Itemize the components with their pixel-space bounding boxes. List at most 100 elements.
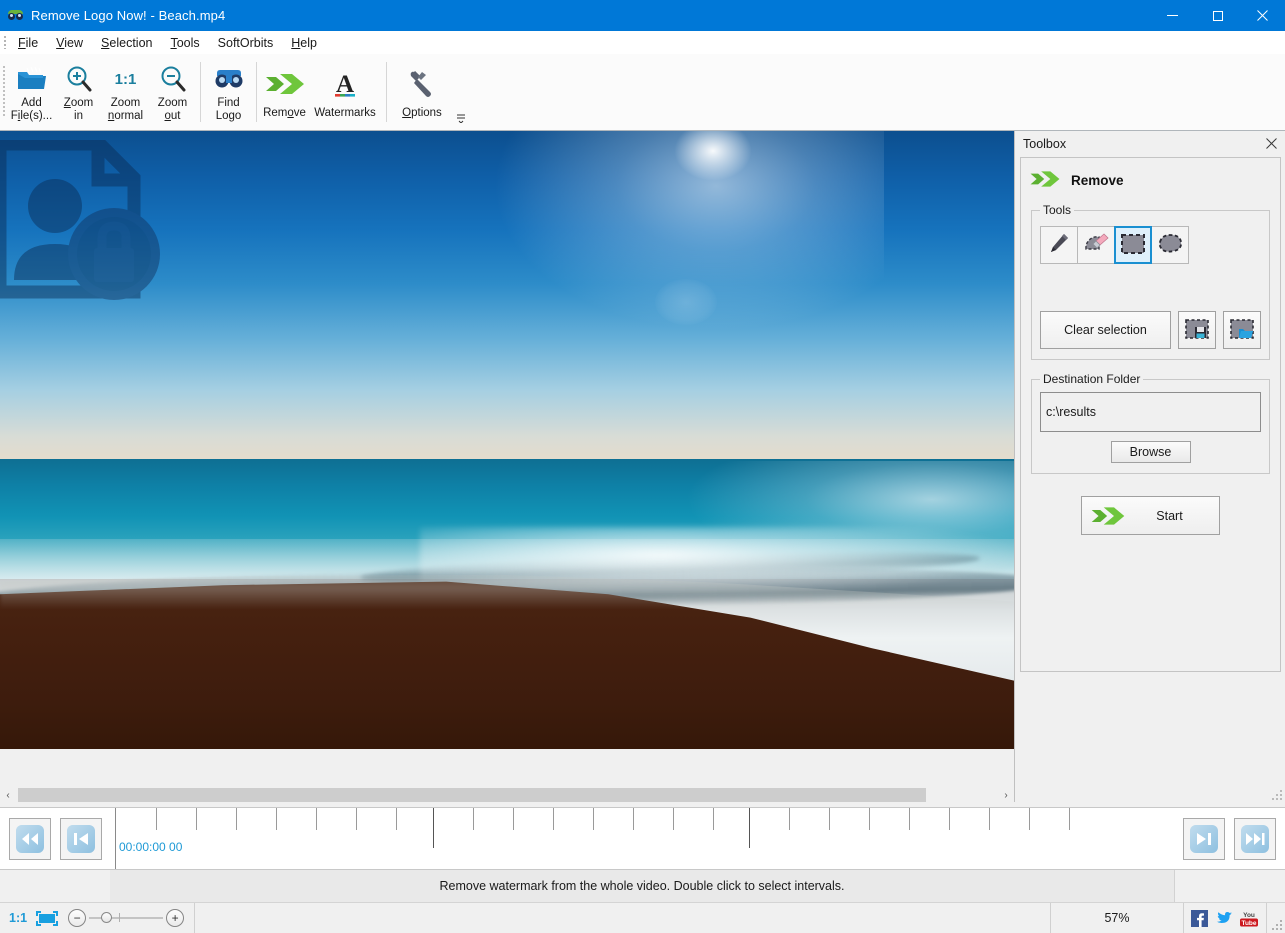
zoom-in-button[interactable]: Zoom in: [55, 54, 102, 130]
video-preview-canvas[interactable]: [0, 131, 1014, 749]
toolbox-body: Remove Tools: [1020, 157, 1281, 672]
maximize-button[interactable]: [1195, 0, 1240, 31]
green-arrow-icon: [1082, 504, 1134, 528]
timeline-ruler[interactable]: 00:00:00 00: [115, 808, 1172, 869]
save-selection-button[interactable]: [1178, 311, 1216, 349]
zoom-ratio-label: 1:1: [0, 911, 36, 925]
zoom-normal-button[interactable]: 1:1 Zoom normal: [102, 54, 149, 130]
zoom-out-button[interactable]: Zoom out: [149, 54, 196, 130]
find-logo-label-line2: Logo: [216, 110, 242, 122]
menu-view-label: iew: [64, 36, 83, 50]
find-logo-button[interactable]: Find Logo: [205, 54, 252, 130]
load-selection-button[interactable]: [1223, 311, 1261, 349]
menu-bar: File View Selection Tools SoftOrbits Hel…: [0, 31, 1285, 54]
lasso-select-tool-button[interactable]: [1151, 226, 1189, 264]
selection-actions-row: Clear selection: [1040, 311, 1261, 349]
scrollbar-track[interactable]: [16, 786, 998, 804]
save-selection-icon: [1184, 318, 1210, 343]
zoom-slider-track[interactable]: [89, 917, 163, 919]
facebook-icon[interactable]: [1191, 910, 1208, 927]
next-frame-button[interactable]: [1183, 818, 1225, 860]
svg-text:You: You: [1243, 912, 1255, 919]
clear-selection-label: Clear selection: [1064, 323, 1147, 337]
zoom-slider-tick: [119, 913, 120, 922]
toolbox-mode-label: Remove: [1071, 173, 1124, 188]
watermarks-button[interactable]: A Watermarks: [308, 54, 382, 130]
minimize-button[interactable]: [1150, 0, 1195, 31]
toolbox-resize-grip[interactable]: [1271, 789, 1283, 801]
rewind-to-start-button[interactable]: [9, 818, 51, 860]
toolbox-header: Toolbox: [1015, 131, 1285, 157]
zoom-out-label-line2: out: [165, 110, 181, 122]
remove-button[interactable]: Remove: [261, 54, 308, 130]
destination-folder-group: Destination Folder Browse: [1031, 372, 1270, 474]
interval-hint-text: Remove watermark from the whole video. D…: [439, 879, 844, 893]
application-window: Remove Logo Now! - Beach.mp4 File View S…: [0, 0, 1285, 933]
interval-track[interactable]: Remove watermark from the whole video. D…: [110, 870, 1175, 902]
document-person-lock-watermark: [0, 140, 182, 315]
marker-tool-button[interactable]: [1040, 226, 1078, 264]
load-selection-icon: [1229, 318, 1255, 343]
menu-view[interactable]: View: [47, 33, 92, 53]
toolbox-panel: Toolbox Remove Tools: [1014, 131, 1285, 802]
start-button[interactable]: Start: [1081, 496, 1220, 535]
menu-softorbits[interactable]: SoftOrbits: [209, 33, 283, 53]
twitter-icon[interactable]: [1215, 911, 1232, 926]
start-row: Start: [1021, 496, 1280, 535]
menu-help[interactable]: Help: [282, 33, 326, 53]
menu-help-label: elp: [300, 36, 317, 50]
zoom-out-icon: [159, 62, 187, 96]
menu-file[interactable]: File: [9, 33, 47, 53]
destination-folder-legend: Destination Folder: [1040, 372, 1143, 386]
menu-tools[interactable]: Tools: [161, 33, 208, 53]
youtube-icon[interactable]: You Tube: [1239, 910, 1259, 927]
zoom-controls-cell: 1:1 − +: [0, 903, 195, 933]
browse-button[interactable]: Browse: [1111, 441, 1191, 463]
lasso-icon: [1156, 232, 1184, 259]
add-files-label-line2: File(s)...: [11, 110, 53, 122]
scroll-left-arrow-icon[interactable]: ‹: [0, 786, 16, 804]
zoom-percent-label: 57%: [1104, 911, 1129, 925]
scroll-right-arrow-icon[interactable]: ›: [998, 786, 1014, 804]
zoom-slider[interactable]: − +: [58, 903, 194, 933]
toolbox-close-icon[interactable]: [1263, 137, 1279, 152]
toolbox-title: Toolbox: [1023, 137, 1066, 151]
close-button[interactable]: [1240, 0, 1285, 31]
zoom-out-button-status[interactable]: −: [68, 909, 86, 927]
add-files-button[interactable]: Add File(s)...: [8, 54, 55, 130]
zoom-out-label-line1: Zoom: [158, 97, 187, 109]
status-spacer: [195, 903, 1051, 933]
green-arrow-icon: [1029, 168, 1061, 193]
menu-tools-label: ools: [177, 36, 200, 50]
zoom-normal-icon: 1:1: [115, 62, 137, 96]
forward-to-end-button[interactable]: [1234, 818, 1276, 860]
scrollbar-thumb[interactable]: [18, 788, 926, 802]
clear-selection-button[interactable]: Clear selection: [1040, 311, 1171, 349]
timeline-left-buttons: [9, 818, 102, 860]
menu-selection[interactable]: Selection: [92, 33, 161, 53]
canvas-horizontal-scrollbar[interactable]: ‹ ›: [0, 786, 1014, 804]
zoom-slider-handle[interactable]: [101, 912, 112, 923]
zoom-in-button-status[interactable]: +: [166, 909, 184, 927]
fit-to-screen-icon[interactable]: [36, 911, 58, 926]
toolbar-separator-3: [386, 62, 387, 122]
menu-grip-handle[interactable]: [0, 31, 9, 54]
find-logo-label-line1: Find: [217, 97, 239, 109]
binoculars-icon: [8, 8, 24, 24]
start-label: Start: [1134, 509, 1219, 523]
tools-group-legend: Tools: [1040, 203, 1074, 217]
previous-frame-button[interactable]: [60, 818, 102, 860]
eraser-tool-button[interactable]: [1077, 226, 1115, 264]
destination-path-input[interactable]: [1040, 392, 1261, 432]
resize-grip[interactable]: [1267, 903, 1285, 933]
rectangle-select-tool-button[interactable]: [1114, 226, 1152, 264]
zoom-percent-cell: 57%: [1051, 903, 1184, 933]
interval-bar[interactable]: Remove watermark from the whole video. D…: [0, 870, 1285, 902]
browse-label: Browse: [1130, 445, 1172, 459]
toolbar-overflow-button[interactable]: [455, 113, 467, 126]
text-watermark-icon: A: [330, 67, 360, 101]
toolbar-grip-handle[interactable]: [0, 54, 8, 130]
open-folder-icon: [17, 62, 47, 96]
options-button[interactable]: Options: [391, 54, 453, 130]
timeline[interactable]: 00:00:00 00: [0, 807, 1285, 870]
